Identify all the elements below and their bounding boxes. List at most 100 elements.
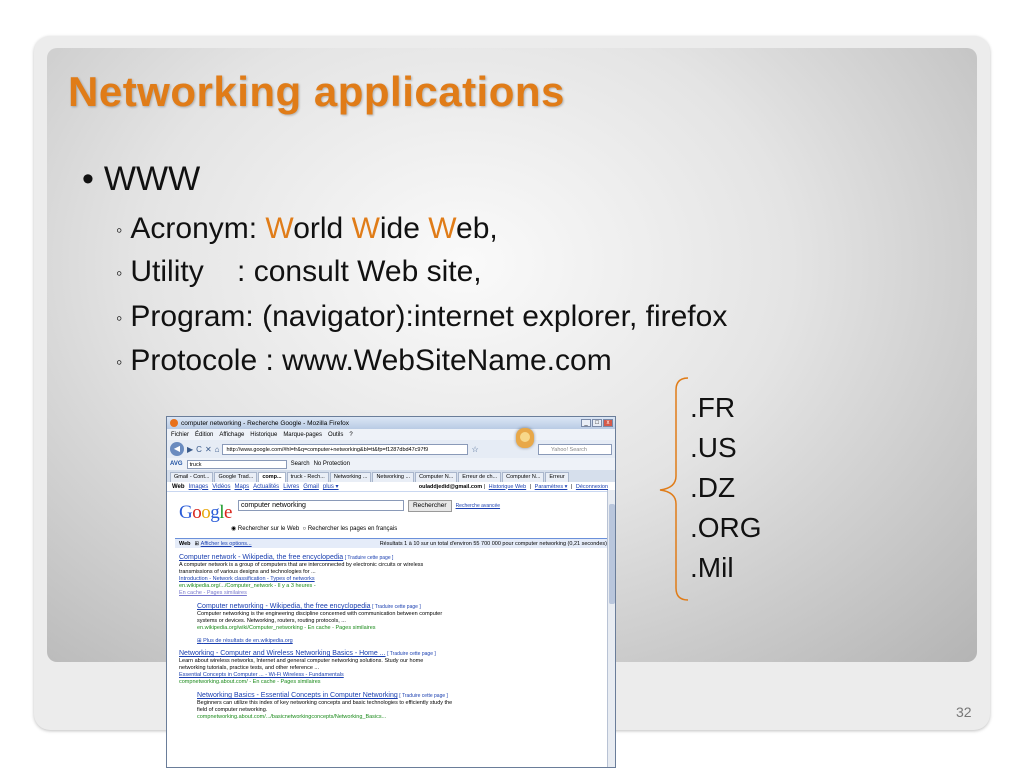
protocole-text: Protocole : www.WebSiteName.com: [130, 344, 612, 377]
google-search-input[interactable]: computer networking: [237, 500, 404, 511]
acronym-letter-w3: W: [428, 212, 457, 245]
back-arrow-icon[interactable]: ◀: [170, 442, 184, 456]
avg-search-button[interactable]: Search: [291, 461, 310, 467]
browser-tab[interactable]: truck - Rech...: [286, 472, 329, 482]
browser-tab[interactable]: Erreur de ch...: [458, 472, 502, 482]
menu-edition[interactable]: Édition: [195, 432, 213, 438]
radio-web-label: Rechercher sur le Web: [237, 526, 300, 532]
tld-list: .FR .US .DZ .ORG .Mil: [690, 388, 762, 588]
menu-outils[interactable]: Outils: [328, 432, 343, 438]
google-web-history[interactable]: Historique Web: [489, 484, 527, 490]
google-nav-videos[interactable]: Vidéos: [212, 484, 230, 490]
google-nav-gmail[interactable]: Gmail: [303, 484, 319, 490]
acronym-ide: ide: [379, 212, 429, 245]
browser-scrollbar[interactable]: [607, 490, 615, 767]
circle-bullet-icon: ◦: [116, 262, 123, 283]
google-nav-news[interactable]: Actualités: [253, 484, 279, 490]
result-snippet: Beginners can utilize this index of key …: [197, 700, 453, 713]
google-topbar: Web Images Vidéos Maps Actualités Livres…: [167, 482, 615, 492]
menu-historique[interactable]: Historique: [250, 432, 277, 438]
avg-logo: AVG: [170, 461, 183, 467]
browser-tab[interactable]: Google Trad...: [214, 472, 258, 482]
curly-brace: [659, 377, 689, 601]
google-search-row: Google computer networking Rechercher Re…: [167, 492, 615, 524]
google-search-scope: ◉ Rechercher sur le Web ○ Rechercher les…: [167, 525, 615, 532]
stop-icon[interactable]: ✕: [205, 445, 212, 454]
plus-box-icon: ⊞: [194, 540, 200, 547]
radio-fr-label: Rechercher les pages en français: [307, 526, 398, 532]
forward-arrow-icon[interactable]: ▶: [187, 445, 193, 454]
search-result: Computer network - Wikipedia, the free e…: [179, 554, 439, 597]
google-logo: Google: [179, 502, 232, 523]
close-icon[interactable]: x: [603, 419, 613, 427]
bullet-www: • WWW: [82, 160, 200, 199]
acronym-orld: orld: [293, 212, 352, 245]
bullet-www-label: WWW: [103, 160, 201, 198]
google-account-area: ouladdjedid@gmail.com | Historique Web |…: [418, 483, 608, 490]
google-nav-images[interactable]: Images: [189, 484, 209, 490]
result-title-link[interactable]: Computer networking - Wikipedia, the fre…: [197, 603, 371, 610]
translate-link[interactable]: [ Traduire cette page ]: [345, 555, 394, 561]
reload-icon[interactable]: C: [196, 445, 202, 454]
result-title-link[interactable]: Networking Basics - Essential Concepts i…: [197, 692, 398, 699]
window-controls: _ □ x: [581, 419, 615, 427]
google-nav-more[interactable]: plus ▾: [323, 483, 339, 490]
home-icon[interactable]: ⌂: [215, 445, 220, 454]
radio-fr-icon[interactable]: ○: [303, 526, 307, 532]
sub-item-utility: ◦ Utility : consult Web site,: [116, 255, 482, 289]
tld-item: .DZ: [690, 472, 736, 503]
result-sitelinks[interactable]: Essential Concepts in Computer ... - Wi-…: [179, 672, 439, 679]
browser-tab[interactable]: Computer N...: [415, 472, 458, 482]
acronym-letter-w2: W: [351, 212, 380, 245]
google-advanced-search[interactable]: Recherche avancée: [456, 503, 500, 512]
translate-link[interactable]: [ Traduire cette page ]: [399, 693, 448, 699]
result-title-link[interactable]: Networking - Computer and Wireless Netwo…: [179, 650, 386, 657]
browser-tab-active[interactable]: comp...: [258, 472, 286, 482]
google-nav-web[interactable]: Web: [172, 484, 185, 490]
browser-search-input[interactable]: Yahoo! Search: [538, 443, 612, 455]
firefox-icon: [170, 419, 178, 427]
maximize-icon[interactable]: □: [592, 419, 602, 427]
tld-item: .US: [690, 432, 737, 463]
show-options-link[interactable]: Afficher les options...: [201, 541, 252, 547]
more-results-label[interactable]: Plus de résultats de en.wikipedia.org: [203, 638, 293, 644]
browser-tab[interactable]: Gmail - Cont...: [170, 472, 214, 482]
address-bar[interactable]: http://www.google.com/#hl=fr&q=computer+…: [222, 443, 469, 455]
menu-marque-pages[interactable]: Marque-pages: [283, 432, 322, 438]
search-result: Networking Basics - Essential Concepts i…: [197, 692, 457, 721]
browser-tab[interactable]: Networking ...: [329, 472, 372, 482]
scrollbar-thumb[interactable]: [609, 504, 615, 604]
search-result: Computer networking - Wikipedia, the fre…: [197, 603, 457, 632]
bullet-dot-icon: •: [82, 160, 94, 198]
minimize-icon[interactable]: _: [581, 419, 591, 427]
acronym-letter-w1: W: [265, 212, 294, 245]
search-result: Networking - Computer and Wireless Netwo…: [179, 650, 439, 686]
google-settings[interactable]: Paramètres ▾: [535, 484, 568, 490]
result-count: Résultats 1 à 10 sur un total d'environ …: [379, 540, 607, 547]
translate-link[interactable]: [ Traduire cette page ]: [372, 604, 421, 610]
result-snippet: A computer network is a group of compute…: [179, 562, 424, 575]
browser-tab[interactable]: Erreur: [545, 472, 569, 482]
translate-link[interactable]: [ Traduire cette page ]: [387, 651, 436, 657]
google-signout[interactable]: Déconnexion: [576, 484, 608, 490]
browser-tab[interactable]: Networking ...: [372, 472, 415, 482]
browser-tab[interactable]: Computer N...: [502, 472, 545, 482]
sub-item-acronym: ◦ Acronym: World Wide Web,: [116, 212, 498, 246]
more-results-link[interactable]: ⊞ Plus de résultats de en.wikipedia.org: [197, 638, 615, 644]
sub-item-protocole: ◦ Protocole : www.WebSiteName.com: [116, 344, 612, 378]
menu-affichage[interactable]: Affichage: [219, 432, 244, 438]
result-sitelinks[interactable]: Introduction - Network classification - …: [179, 576, 439, 583]
radio-web-icon[interactable]: ◉: [231, 526, 236, 532]
google-search-button[interactable]: Rechercher: [407, 500, 452, 512]
circle-bullet-icon: ◦: [116, 219, 123, 240]
avg-no-protection[interactable]: No Protection: [314, 461, 350, 467]
google-nav-maps[interactable]: Maps: [235, 484, 250, 490]
result-title-link[interactable]: Computer network - Wikipedia, the free e…: [179, 554, 343, 561]
circle-bullet-icon: ◦: [116, 307, 123, 328]
menu-fichier[interactable]: Fichier: [171, 432, 189, 438]
avg-search-input[interactable]: truck: [186, 459, 287, 469]
result-cache-link[interactable]: En cache - Pages similaires: [179, 590, 439, 597]
bookmark-star-icon[interactable]: ☆: [471, 445, 478, 454]
menu-help[interactable]: ?: [349, 432, 352, 438]
google-nav-books[interactable]: Livres: [283, 484, 299, 490]
